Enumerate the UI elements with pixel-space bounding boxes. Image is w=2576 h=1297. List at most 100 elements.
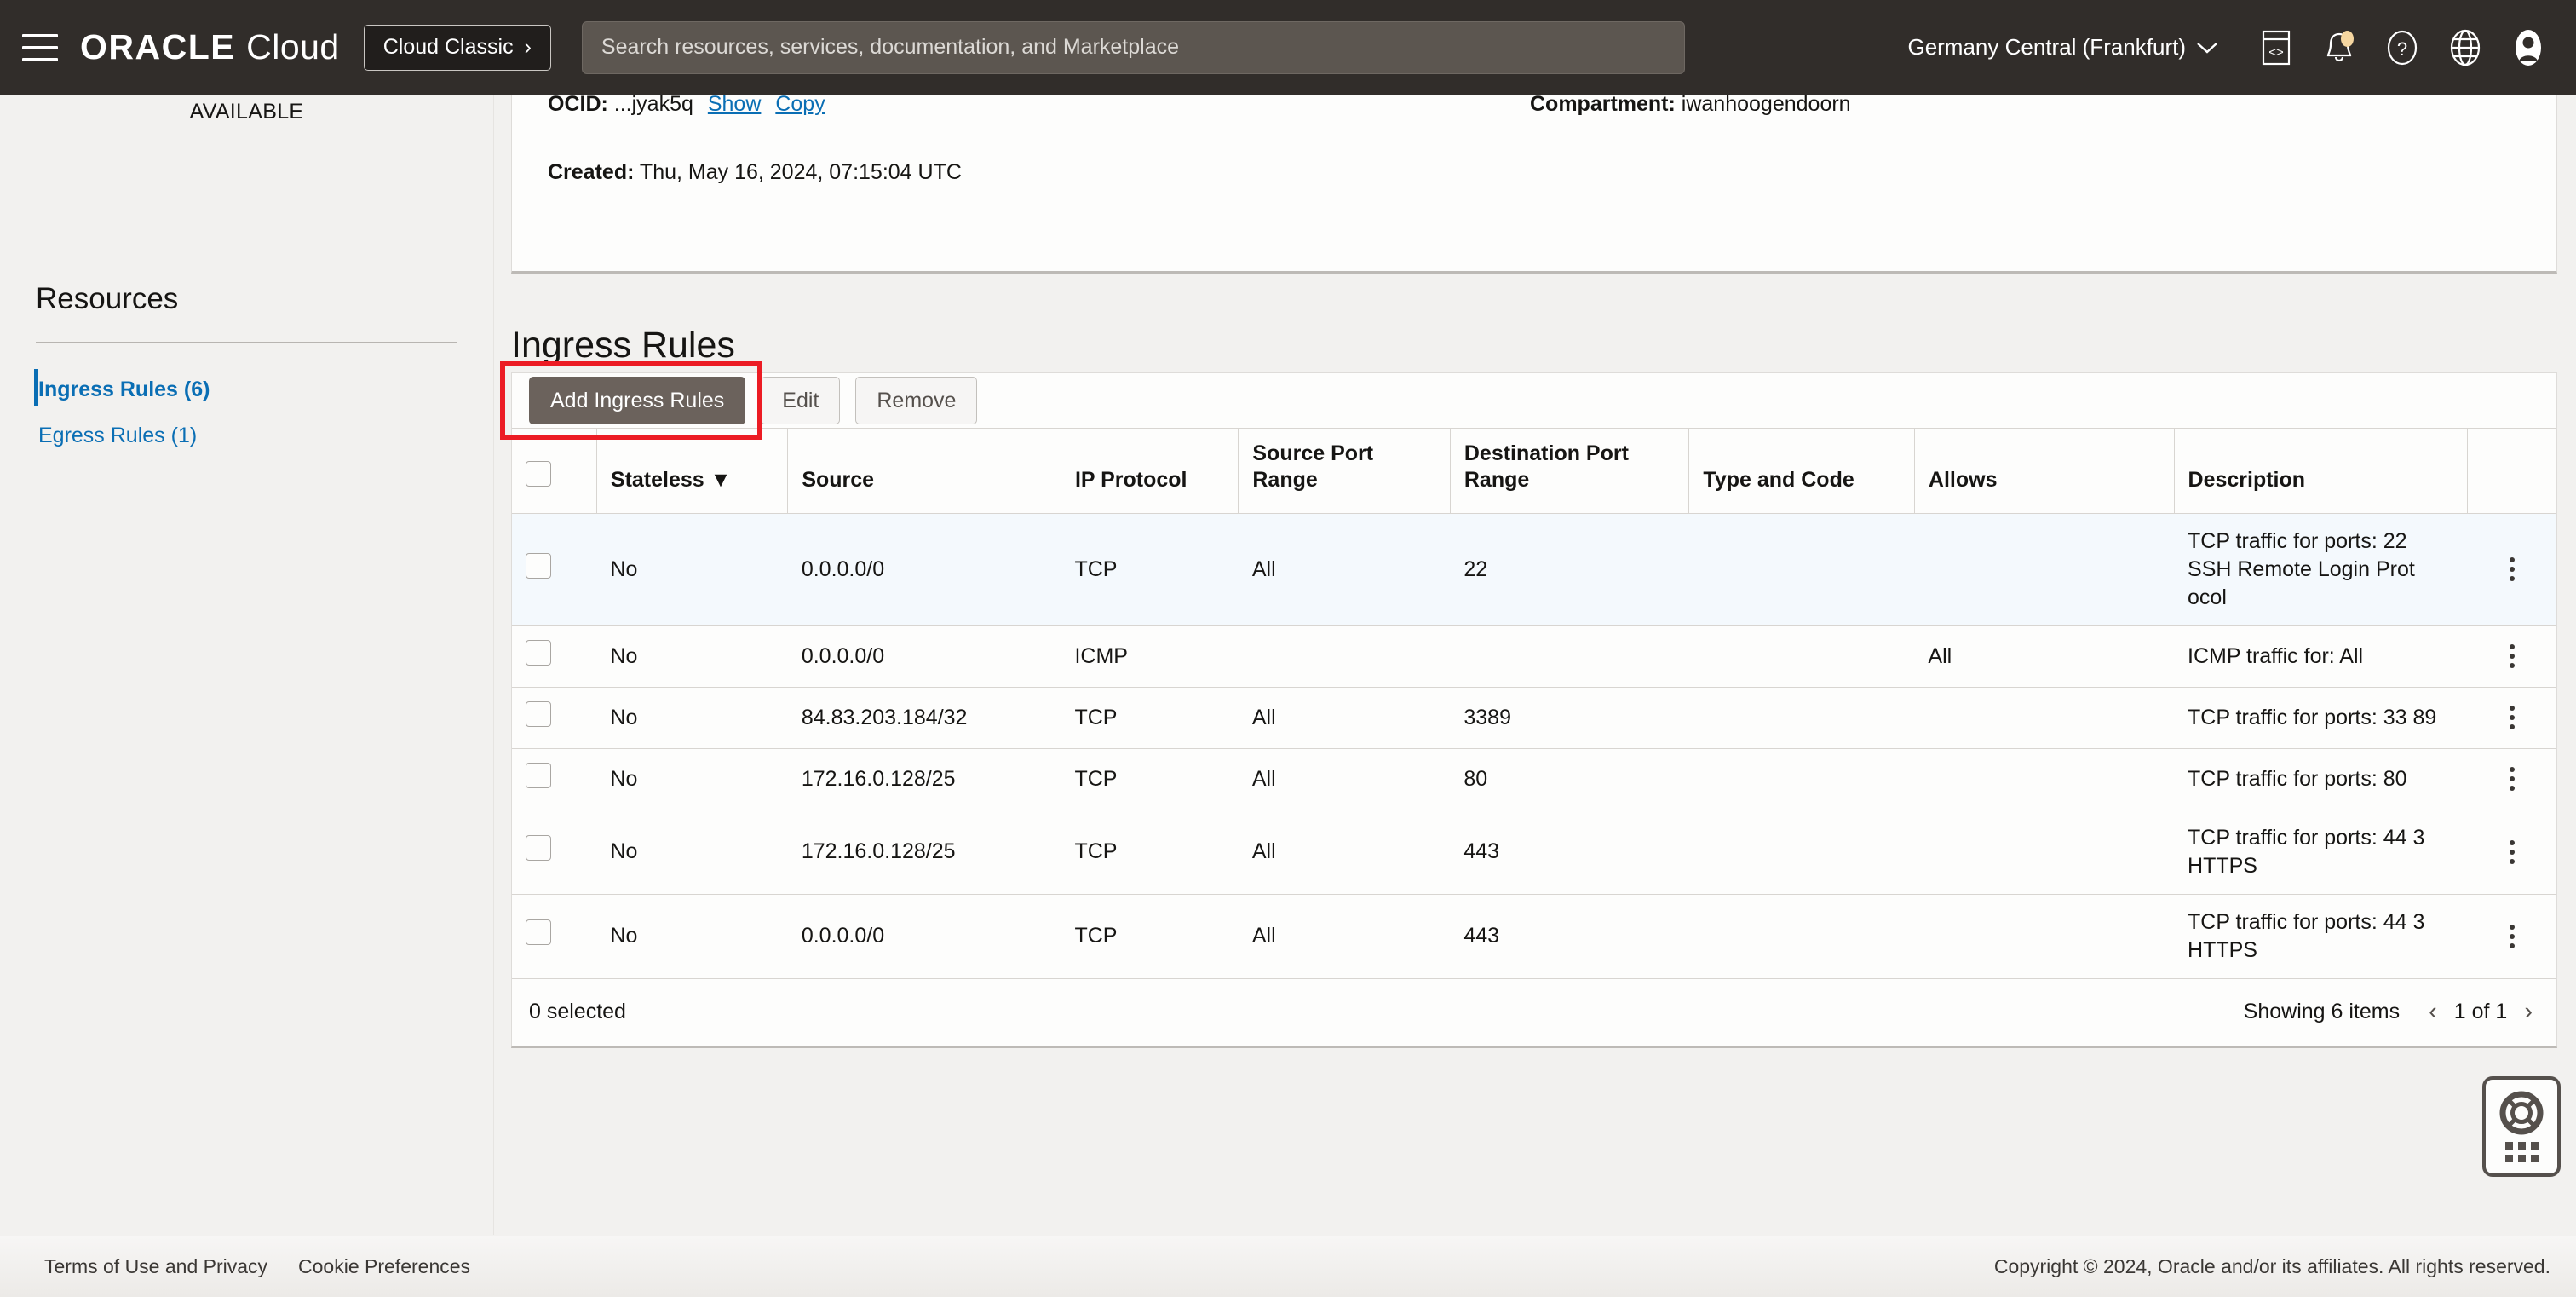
select-all-header	[512, 428, 597, 514]
table-row[interactable]: No 0.0.0.0/0 TCP All 443 TCP traffic for port…	[512, 894, 2556, 979]
user-avatar-icon[interactable]	[2510, 29, 2547, 66]
cell-destination-port-range: 443	[1450, 894, 1689, 979]
hamburger-menu-icon[interactable]	[22, 33, 58, 61]
cloud-classic-button[interactable]: Cloud Classic ›	[363, 24, 551, 71]
sidebar-item-label: Ingress Rules (6)	[38, 378, 210, 401]
ocid-label: OCID:	[548, 95, 608, 116]
ocid-value: ...jyak5q	[613, 95, 693, 116]
row-actions-menu-icon[interactable]	[2481, 557, 2543, 581]
row-actions-menu-icon[interactable]	[2481, 767, 2543, 791]
resources-list: Ingress Rules (6) Egress Rules (1)	[0, 366, 493, 458]
table-row[interactable]: No 0.0.0.0/0 ICMP All ICMP traffic for: All	[512, 625, 2556, 688]
help-question-icon[interactable]: ?	[2383, 29, 2421, 66]
cell-source-port-range	[1238, 625, 1451, 688]
language-globe-icon[interactable]	[2447, 29, 2484, 66]
row-actions-menu-icon[interactable]	[2481, 924, 2543, 948]
row-select-cell	[512, 810, 597, 895]
sidebar-item-egress-rules[interactable]: Egress Rules (1)	[0, 412, 493, 458]
oracle-cloud-logo[interactable]: ORACLE Cloud	[80, 27, 340, 67]
code-editor-icon[interactable]: <>	[2257, 29, 2295, 66]
cell-source: 172.16.0.128/25	[787, 810, 1061, 895]
table-toolbar: Add Ingress Rules Edit Remove	[500, 361, 2556, 440]
cell-description: TCP traffic for ports: 80	[2174, 748, 2468, 810]
chevron-down-icon	[2197, 42, 2217, 54]
search-input[interactable]	[581, 20, 1685, 74]
page-indicator: 1 of 1	[2453, 1000, 2508, 1023]
cell-stateless: No	[596, 513, 788, 626]
cell-allows: All	[1914, 625, 2175, 688]
ocid-row: OCID: ...jyak5q Show Copy	[548, 95, 825, 117]
next-page-button[interactable]: ›	[2524, 1000, 2533, 1024]
row-select-cell	[512, 513, 597, 626]
cell-type-and-code	[1688, 894, 1915, 979]
cell-allows	[1914, 810, 2175, 895]
nav-right-cluster: Germany Central (Frankfurt) <> ?	[1907, 29, 2547, 66]
svg-text:?: ?	[2397, 38, 2407, 60]
sidebar-item-label: Egress Rules (1)	[38, 424, 198, 447]
cell-allows	[1914, 513, 2175, 626]
top-navigation-bar: ORACLE Cloud Cloud Classic › Germany Cen…	[0, 0, 2576, 95]
created-label: Created:	[548, 160, 635, 184]
ocid-show-link[interactable]: Show	[708, 95, 762, 116]
row-actions-menu-icon[interactable]	[2481, 706, 2543, 729]
showing-items-count: Showing 6 items	[2243, 1000, 2401, 1023]
row-actions-cell	[2467, 810, 2556, 895]
table-row[interactable]: No 84.83.203.184/32 TCP All 3389 TCP traffic …	[512, 687, 2556, 749]
support-widget[interactable]	[2482, 1076, 2561, 1177]
edit-button[interactable]: Edit	[761, 377, 841, 424]
table-row[interactable]: No 172.16.0.128/25 TCP All 80 TCP traffic for…	[512, 748, 2556, 810]
add-ingress-rules-button[interactable]: Add Ingress Rules	[529, 377, 746, 424]
select-all-checkbox[interactable]	[526, 461, 551, 487]
global-search	[581, 20, 1685, 74]
table-row[interactable]: No 172.16.0.128/25 TCP All 443 TCP traffic fo…	[512, 810, 2556, 895]
row-actions-menu-icon[interactable]	[2481, 839, 2543, 864]
cell-stateless: No	[596, 894, 788, 979]
cell-source: 172.16.0.128/25	[787, 748, 1061, 810]
ocid-copy-link[interactable]: Copy	[775, 95, 825, 116]
page-title: Ingress Rules	[511, 325, 735, 366]
cell-allows	[1914, 894, 2175, 979]
region-selector[interactable]: Germany Central (Frankfurt)	[1907, 34, 2218, 61]
cell-source-port-range: All	[1238, 687, 1451, 749]
remove-button[interactable]: Remove	[855, 377, 978, 424]
column-header-stateless[interactable]: Stateless ▼	[595, 428, 788, 514]
row-checkbox[interactable]	[526, 835, 551, 861]
cell-source: 0.0.0.0/0	[787, 625, 1061, 688]
cloud-classic-label: Cloud Classic	[382, 35, 514, 59]
notification-badge	[2341, 30, 2354, 47]
drag-handle-grid-icon[interactable]	[2504, 1142, 2539, 1162]
table-body: No 0.0.0.0/0 TCP All 22 TCP traffic for ports…	[512, 513, 2556, 979]
sidebar-item-ingress-rules[interactable]: Ingress Rules (6)	[0, 366, 493, 412]
sidebar-divider	[36, 342, 457, 343]
row-actions-cell	[2467, 625, 2556, 688]
row-checkbox[interactable]	[526, 919, 551, 945]
cell-description: TCP traffic for ports: 33 89	[2174, 687, 2468, 749]
column-header-destination-port-range: Destination Port Range	[1449, 428, 1689, 514]
column-header-type-and-code: Type and Code	[1688, 428, 1915, 514]
cell-destination-port-range: 80	[1450, 748, 1689, 810]
cookie-preferences-link[interactable]: Cookie Preferences	[298, 1255, 470, 1278]
cell-ip-protocol: TCP	[1061, 748, 1239, 810]
column-header-source: Source	[787, 428, 1061, 514]
cell-allows	[1914, 687, 2175, 749]
row-checkbox[interactable]	[526, 639, 551, 666]
cell-source: 0.0.0.0/0	[787, 513, 1061, 626]
compartment-row: Compartment: iwanhoogendoorn	[1530, 95, 1851, 117]
previous-page-button[interactable]: ‹	[2429, 1000, 2437, 1024]
terms-of-use-link[interactable]: Terms of Use and Privacy	[44, 1255, 267, 1278]
row-actions-cell	[2467, 513, 2556, 626]
cell-description: TCP traffic for ports: 22 SSH Remote Log…	[2174, 513, 2468, 626]
compartment-label: Compartment:	[1530, 95, 1676, 116]
life-ring-icon	[2499, 1091, 2544, 1135]
row-actions-menu-icon[interactable]	[2481, 644, 2543, 668]
notifications-bell-icon[interactable]	[2320, 29, 2358, 66]
column-header-actions	[2467, 428, 2556, 514]
row-checkbox[interactable]	[526, 552, 551, 579]
column-header-description: Description	[2173, 428, 2468, 514]
row-checkbox[interactable]	[526, 762, 551, 788]
cell-type-and-code	[1688, 810, 1915, 895]
left-sidebar: AVAILABLE Resources Ingress Rules (6) Eg…	[0, 95, 494, 1235]
row-checkbox[interactable]	[526, 700, 551, 727]
cell-type-and-code	[1688, 513, 1915, 626]
table-row[interactable]: No 0.0.0.0/0 TCP All 22 TCP traffic for ports…	[512, 513, 2556, 626]
